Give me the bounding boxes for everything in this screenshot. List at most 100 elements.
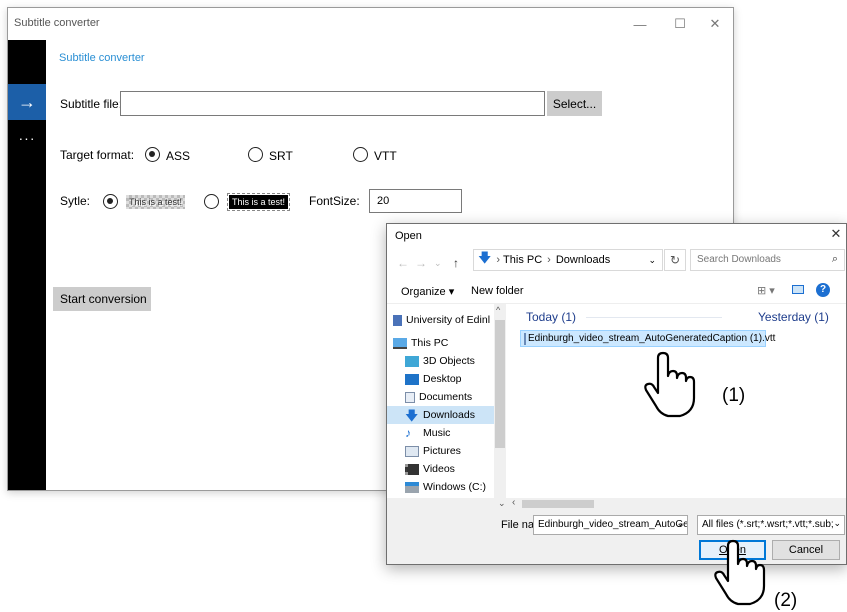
tree-item-label: Music <box>423 427 451 439</box>
preview-pane-icon[interactable] <box>792 285 804 294</box>
fontsize-input[interactable]: 20 <box>369 189 462 213</box>
tree-item-music[interactable]: ♪ Music <box>387 424 494 442</box>
tree-item-label: 3D Objects <box>423 355 475 367</box>
tree-item-desktop[interactable]: Desktop <box>387 370 494 388</box>
computer-icon <box>393 337 407 349</box>
window-title: Subtitle converter <box>14 17 100 29</box>
group-header-today[interactable]: Today (1) <box>526 310 576 324</box>
group-header-yesterday[interactable]: Yesterday (1) <box>758 310 829 324</box>
arrow-right-icon[interactable]: → <box>8 84 46 120</box>
navigation-tree: University of Edinl This PC 3D Objects D… <box>387 304 494 498</box>
select-file-button[interactable]: Select... <box>547 91 602 116</box>
format-radio-srt[interactable] <box>248 147 263 162</box>
help-icon[interactable]: ? <box>816 283 830 297</box>
hand-pointer-icon <box>644 351 696 418</box>
tree-item-label: Downloads <box>423 409 475 421</box>
new-folder-button[interactable]: New folder <box>471 285 524 297</box>
scroll-left-arrow-icon[interactable]: ‹ <box>512 497 515 508</box>
video-icon <box>405 463 419 475</box>
file-name-input[interactable]: Edinburgh_video_stream_AutoGer ⌄ <box>533 515 688 535</box>
back-arrow-icon[interactable]: ← <box>397 256 409 270</box>
tree-item-label: University of Edinl <box>406 314 491 326</box>
style-sample-dark: This is a test! <box>226 193 291 211</box>
up-arrow-icon[interactable]: ↑ <box>453 256 459 270</box>
tree-scrollbar[interactable]: ^ <box>494 304 506 498</box>
step-2-annotation: (2) <box>774 590 798 611</box>
file-type-dropdown-icon[interactable]: ⌄ <box>833 518 841 529</box>
view-options-icon[interactable]: ⊞ ▾ <box>757 284 775 297</box>
tree-item-this-pc[interactable]: This PC <box>387 334 494 352</box>
address-dropdown-icon[interactable]: ⌄ <box>648 255 656 266</box>
format-ass-label: ASS <box>166 149 191 163</box>
breadcrumb-downloads[interactable]: Downloads <box>556 254 610 266</box>
format-radio-ass[interactable] <box>145 147 160 162</box>
fontsize-label: FontSize: <box>309 194 360 208</box>
picture-icon <box>405 445 419 457</box>
subtitle-file-label: Subtitle file: <box>60 97 123 111</box>
tree-item-label: This PC <box>411 337 449 349</box>
page-header-link[interactable]: Subtitle converter <box>59 52 145 64</box>
scroll-up-arrow-icon[interactable]: ^ <box>496 305 500 315</box>
refresh-icon[interactable]: ↻ <box>664 249 686 271</box>
close-button[interactable]: ✕ <box>696 8 733 40</box>
start-conversion-button[interactable]: Start conversion <box>53 287 151 311</box>
desktop-icon <box>405 373 419 385</box>
cube-icon <box>405 355 419 367</box>
file-type-value: All files (*.srt;*.wsrt;*.vtt;*.sub;*. <box>702 519 841 530</box>
format-vtt-label: VTT <box>374 149 397 163</box>
tree-scroll-thumb[interactable] <box>495 320 505 448</box>
target-format-label: Target format: <box>60 148 135 162</box>
horizontal-scroll-thumb[interactable] <box>522 500 594 508</box>
drive-icon <box>405 481 419 493</box>
cancel-button[interactable]: Cancel <box>772 540 840 560</box>
file-item-name: Edinburgh_video_stream_AutoGeneratedCapt… <box>528 333 776 344</box>
tree-item-label: Desktop <box>423 373 462 385</box>
format-radio-vtt[interactable] <box>353 147 368 162</box>
file-name-dropdown-icon[interactable]: ⌄ <box>676 518 684 529</box>
style-sample-light: This is a test! <box>126 195 185 209</box>
format-srt-label: SRT <box>269 149 293 163</box>
search-input[interactable]: Search Downloads ⌕ <box>690 249 845 271</box>
tree-item-label: Videos <box>423 463 455 475</box>
document-icon <box>405 391 415 403</box>
tree-item-windows-c[interactable]: Windows (C:) <box>387 478 494 496</box>
download-arrow-icon: 🡇 <box>405 407 419 423</box>
scroll-down-arrow-icon[interactable]: ⌄ <box>498 498 506 509</box>
tree-item-documents[interactable]: Documents <box>387 388 494 406</box>
tree-item-label: Pictures <box>423 445 461 457</box>
file-type-select[interactable]: All files (*.srt;*.wsrt;*.vtt;*.sub;*. ⌄ <box>697 515 845 535</box>
step-1-annotation: (1) <box>722 385 746 406</box>
dialog-close-button[interactable]: ✕ <box>826 224 846 244</box>
breadcrumb-this-pc[interactable]: This PC <box>503 254 542 266</box>
music-note-icon: ♪ <box>405 425 411 440</box>
style-label: Sytle: <box>60 194 91 208</box>
organize-button[interactable]: Organize ▾ <box>401 285 454 298</box>
dialog-toolbar: Organize ▾ New folder ⊞ ▾ ? <box>387 280 846 304</box>
style-radio-light[interactable] <box>103 194 118 209</box>
style-radio-dark[interactable] <box>204 194 219 209</box>
title-bar: Subtitle converter — ☐ ✕ <box>8 8 733 40</box>
horizontal-scrollbar[interactable]: ⌄ ‹ <box>387 497 846 510</box>
subtitle-file-input[interactable] <box>120 91 545 116</box>
more-menu-button[interactable]: ··· <box>8 130 46 152</box>
tree-item-label: Documents <box>419 391 473 403</box>
recent-chevron-icon[interactable]: ⌄ <box>434 258 442 269</box>
forward-arrow-icon[interactable]: → <box>415 256 427 270</box>
file-name-value: Edinburgh_video_stream_AutoGer <box>538 519 688 530</box>
minimize-button[interactable]: — <box>621 8 659 40</box>
hand-pointer-icon <box>714 539 766 606</box>
group-divider <box>586 317 722 318</box>
tree-item-downloads[interactable]: 🡇 Downloads <box>387 406 494 424</box>
tree-item-3d-objects[interactable]: 3D Objects <box>387 352 494 370</box>
dialog-title: Open <box>395 230 422 242</box>
download-folder-icon: 🡇 <box>478 250 492 265</box>
search-icon: ⌕ <box>831 253 838 265</box>
file-icon <box>524 332 526 345</box>
nav-sidebar: → ··· <box>8 40 46 490</box>
maximize-button[interactable]: ☐ <box>661 8 699 40</box>
tree-item-university[interactable]: University of Edinl <box>387 311 494 329</box>
tree-item-pictures[interactable]: Pictures <box>387 442 494 460</box>
address-bar[interactable]: 🡇 › This PC › Downloads ⌄ <box>473 249 663 271</box>
tree-item-videos[interactable]: Videos <box>387 460 494 478</box>
file-item-vtt[interactable]: Edinburgh_video_stream_AutoGeneratedCapt… <box>520 330 775 347</box>
